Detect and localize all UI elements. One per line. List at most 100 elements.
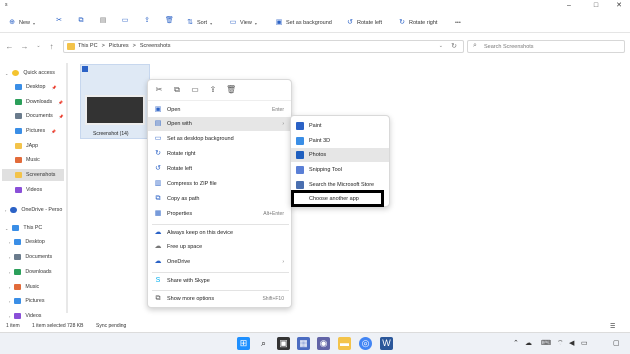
close-button[interactable]: ✕ (610, 1, 628, 11)
volume-icon[interactable]: ◀ (569, 339, 574, 347)
menu-item-onedrive[interactable]: ☁ OneDrive › (148, 255, 291, 269)
menu-item-label: Rotate right (167, 151, 196, 157)
menu-item-copy-path[interactable]: ⧉ Copy as path (148, 192, 291, 206)
sidebar-item-screenshots[interactable]: Screenshots (2, 169, 64, 181)
sidebar-item-quick-access[interactable]: ⌄ Quick access (5, 67, 55, 79)
rename-icon[interactable]: ▭ (121, 17, 129, 25)
start-icon[interactable]: ⊞ (237, 337, 250, 350)
menu-item-label: Open (167, 107, 181, 113)
submenu-item-photos[interactable]: Photos (291, 148, 389, 162)
new-icon: ⊕ (9, 19, 15, 26)
wifi-icon[interactable]: ⌔ (557, 339, 564, 348)
copy-icon[interactable]: ⧉ (77, 17, 85, 25)
sidebar-item-japp[interactable]: JApp (15, 140, 38, 152)
menu-item-open[interactable]: ▣ Open Enter (148, 103, 291, 117)
open-with-icon: ▤ (154, 120, 162, 127)
chevron-down-icon[interactable]: ⌄ (439, 43, 443, 49)
desktop-icon (14, 239, 22, 245)
sidebar-item-label: Music (25, 284, 40, 290)
selection-checkbox[interactable] (82, 66, 88, 72)
menu-item-set-background[interactable]: ▭ Set as desktop background (148, 132, 291, 146)
maximize-button[interactable]: □ (587, 1, 605, 11)
file-item-screenshot[interactable]: Screenshot (14) (80, 64, 150, 139)
sidebar-item-label: JApp (26, 143, 39, 149)
new-button[interactable]: ⊕ New ▾ (8, 17, 35, 29)
file-name: Screenshot (14) (93, 131, 129, 137)
breadcrumb-pictures[interactable]: Pictures (109, 43, 129, 49)
refresh-icon[interactable]: ↻ (451, 42, 457, 50)
videos-icon (14, 313, 22, 319)
cloud-icon (10, 207, 18, 213)
onedrive-tray-icon[interactable]: ☁ (525, 339, 532, 347)
sort-button[interactable]: ⇅ Sort ▾ (186, 17, 212, 29)
word-icon[interactable]: W (380, 337, 393, 350)
menu-item-free-up-space[interactable]: ☁ Free up space (148, 240, 291, 254)
delete-icon[interactable]: 🗑 (226, 85, 236, 95)
sidebar-item-downloads-pc[interactable]: › Downloads (9, 266, 52, 278)
notifications-icon[interactable]: ▢ (613, 339, 620, 347)
sidebar-item-this-pc[interactable]: ⌄ This PC (5, 222, 42, 234)
forward-arrow-icon[interactable]: → (20, 42, 29, 51)
address-bar[interactable]: This PC > Pictures > Screenshots ⌄ ↻ (63, 40, 464, 53)
menu-item-properties[interactable]: ▦ Properties Alt+Enter (148, 207, 291, 221)
sidebar-item-music-pc[interactable]: › Music (9, 281, 39, 293)
sidebar-item-pictures-pc[interactable]: › Pictures (9, 295, 44, 307)
delete-icon[interactable]: 🗑 (165, 17, 174, 25)
menu-item-open-with[interactable]: ▤ Open with › (148, 117, 291, 131)
search-icon[interactable]: ⌕ (257, 337, 270, 350)
details-view-icon[interactable]: ☰ (610, 323, 615, 330)
paste-icon[interactable]: ▤ (99, 17, 107, 25)
submenu-item-snipping-tool[interactable]: Snipping Tool (291, 163, 389, 177)
sidebar-item-music[interactable]: Music (15, 154, 40, 166)
rotate-right-button[interactable]: ↻ Rotate right (398, 17, 437, 29)
battery-icon[interactable]: ▭ (581, 339, 588, 347)
history-chevron-icon[interactable]: ⌄ (34, 42, 43, 51)
minimize-button[interactable]: – (560, 1, 578, 11)
menu-item-share-skype[interactable]: S Share with Skype (148, 274, 291, 288)
chevron-up-icon[interactable]: ⌃ (513, 339, 519, 347)
cut-icon[interactable]: ✂ (154, 85, 164, 95)
back-arrow-icon[interactable]: ← (5, 42, 14, 51)
snipping-tool-icon (296, 166, 304, 174)
cut-icon[interactable]: ✂ (55, 17, 63, 25)
copy-icon[interactable]: ⧉ (172, 85, 182, 95)
chrome-icon[interactable]: ◎ (359, 337, 372, 350)
file-explorer-icon[interactable]: ▬ (338, 337, 351, 350)
menu-item-rotate-right[interactable]: ↻ Rotate right (148, 147, 291, 161)
chevron-down-icon: ▾ (210, 20, 213, 26)
share-icon[interactable]: ⇪ (143, 17, 151, 25)
chat-icon[interactable]: ◉ (317, 337, 330, 350)
keyboard-icon[interactable]: ⌨ (541, 339, 551, 347)
rename-icon[interactable]: ▭ (190, 85, 200, 95)
breadcrumb-screenshots[interactable]: Screenshots (140, 43, 171, 49)
menu-item-compress-zip[interactable]: ▥ Compress to ZIP file (148, 177, 291, 191)
sidebar-item-pictures[interactable]: Pictures 📌 (15, 125, 56, 137)
task-view-icon[interactable]: ▣ (277, 337, 290, 350)
sidebar-item-videos[interactable]: Videos (15, 184, 42, 196)
menu-item-label: Share with Skype (167, 278, 210, 284)
up-arrow-icon[interactable]: ↑ (47, 42, 56, 51)
breadcrumb-this-pc[interactable]: This PC (78, 43, 98, 49)
search-input[interactable]: ⌕ Search Screenshots (467, 40, 625, 53)
submenu-item-paint[interactable]: Paint (291, 119, 389, 133)
sidebar-item-desktop-pc[interactable]: › Desktop (9, 236, 45, 248)
sidebar-scrollbar[interactable] (66, 63, 68, 313)
set-background-button[interactable]: ▣ Set as background (275, 17, 332, 29)
more-button[interactable]: ••• (455, 17, 461, 29)
choose-another-app-button[interactable]: Choose another app (291, 190, 384, 207)
rotate-left-button[interactable]: ↺ Rotate left (346, 17, 382, 29)
submenu-item-paint-3d[interactable]: Paint 3D (291, 134, 389, 148)
menu-item-always-keep[interactable]: ☁ Always keep on this device (148, 226, 291, 240)
sidebar-item-documents[interactable]: Documents 📌 (15, 110, 64, 122)
sidebar-item-onedrive[interactable]: › OneDrive - Perso (5, 204, 62, 216)
menu-item-show-more[interactable]: ⧉ Show more options Shift+F10 (148, 292, 291, 306)
sidebar-item-documents-pc[interactable]: › Documents (9, 251, 52, 263)
context-quick-actions: ✂ ⧉ ▭ ⇪ 🗑 (148, 80, 291, 101)
widgets-icon[interactable]: ▦ (297, 337, 310, 350)
sidebar-item-downloads[interactable]: Downloads 📌 (15, 96, 63, 108)
view-button[interactable]: ▭ View ▾ (229, 17, 257, 29)
menu-item-rotate-left[interactable]: ↺ Rotate left (148, 162, 291, 176)
sidebar-item-desktop[interactable]: Desktop 📌 (15, 81, 56, 93)
share-icon[interactable]: ⇪ (208, 85, 218, 95)
menu-separator (152, 224, 289, 225)
